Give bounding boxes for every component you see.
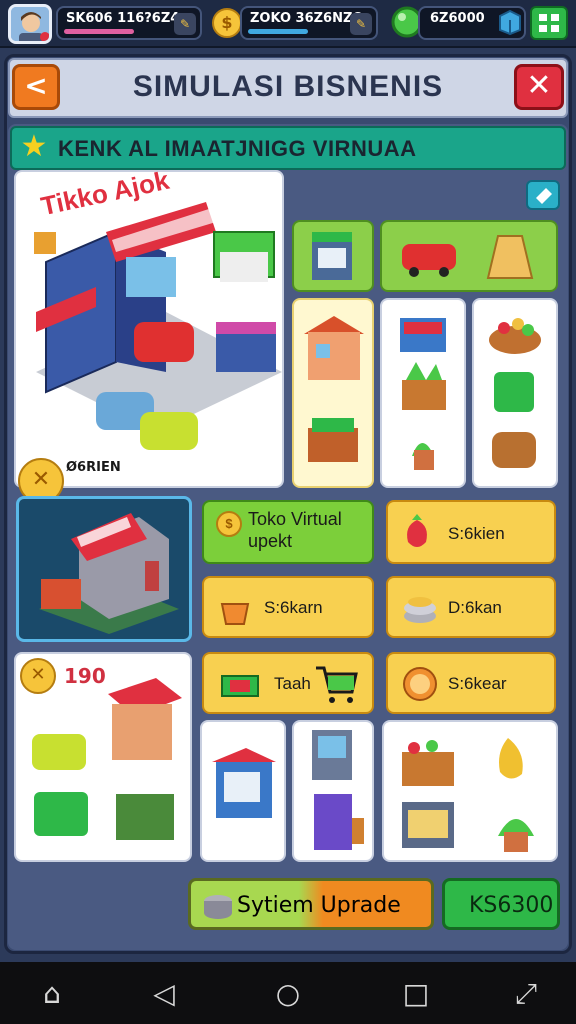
- gear-pot-icon: [204, 895, 232, 919]
- buildings-icon: [304, 316, 364, 462]
- item1-button[interactable]: S:6kien: [386, 500, 556, 564]
- orange-icon: [403, 667, 437, 701]
- food-card[interactable]: [472, 298, 558, 488]
- gems-value: 6Z6000: [430, 11, 485, 26]
- coin-icon: $: [212, 8, 242, 38]
- market-icon: [402, 738, 534, 852]
- recents-icon[interactable]: □: [396, 974, 436, 1014]
- star-icon: ★: [20, 129, 48, 164]
- price-button[interactable]: KS6300: [442, 878, 560, 930]
- selected-store-card[interactable]: [16, 496, 192, 642]
- kiosk-icon: [312, 232, 352, 280]
- produce-card[interactable]: [380, 298, 466, 488]
- eraser-icon[interactable]: [526, 180, 560, 210]
- back-button[interactable]: <: [12, 64, 60, 110]
- strawberry-icon: [407, 514, 427, 547]
- market-card[interactable]: [382, 720, 558, 862]
- item4-label: Taah: [274, 674, 311, 693]
- menu-grid-icon[interactable]: [530, 6, 568, 40]
- item4-button[interactable]: Taah: [202, 652, 374, 714]
- home-circle-icon[interactable]: ○: [268, 974, 308, 1014]
- food-icon: [489, 318, 541, 468]
- store-icon: [39, 513, 179, 634]
- toko-virtual-button[interactable]: $ Toko Virtual upekt: [202, 500, 374, 564]
- item5-button[interactable]: S:6kear: [386, 652, 556, 714]
- cash-icon: [221, 675, 259, 697]
- stall-card[interactable]: [200, 720, 286, 862]
- building-card[interactable]: [292, 298, 374, 488]
- page-title: SIMULASI BISNENIS: [132, 70, 444, 103]
- screen-rotate-icon[interactable]: ⤢: [506, 974, 546, 1014]
- system-upgrade-label: Sytiem Uprade: [237, 893, 401, 918]
- back-triangle-icon[interactable]: ◁: [144, 974, 184, 1014]
- add-coins-icon[interactable]: ✎: [350, 13, 372, 35]
- coins-stack-icon: [404, 597, 436, 623]
- item2-button[interactable]: S:6karn: [202, 576, 374, 638]
- level-value: 190: [64, 664, 106, 688]
- bag-icon: [220, 603, 250, 625]
- vehicle-goods-item[interactable]: [380, 220, 558, 292]
- system-upgrade-button[interactable]: Sytiem Uprade: [188, 878, 434, 930]
- atm-icon: [312, 730, 364, 850]
- toko-virtual-label: Toko Virtual upekt: [248, 509, 342, 551]
- badge-text: Ø6RIEN: [66, 460, 121, 475]
- item1-label: S:6kien: [448, 524, 505, 543]
- xp-bar: [64, 29, 134, 34]
- home-icon[interactable]: ⌂: [32, 974, 72, 1014]
- stall-icon: [212, 748, 276, 818]
- toko-coin-icon: $: [216, 511, 242, 537]
- edit-icon[interactable]: ✎: [174, 13, 196, 35]
- car-and-bag-icon: [402, 235, 534, 279]
- shopping-cart-icon: [316, 666, 358, 703]
- box-icon[interactable]: [496, 8, 524, 36]
- coins-bar: [248, 29, 308, 34]
- coins-value: ZOKO 36Z6NZO: [250, 11, 364, 26]
- section-subtitle: KENK AL IMAATJNIGG VIRNUAA: [58, 136, 417, 161]
- level-coin-icon: ✕: [20, 658, 56, 694]
- item2-label: S:6karn: [264, 598, 323, 617]
- item3-label: D:6kan: [448, 598, 502, 617]
- price-label: KS6300: [469, 893, 554, 918]
- produce-icon: [400, 318, 446, 470]
- item3-button[interactable]: D:6kan: [386, 576, 556, 638]
- item5-label: S:6kear: [448, 674, 507, 693]
- player-avatar[interactable]: [8, 4, 52, 44]
- avatar-icon: [11, 7, 49, 41]
- atm-card[interactable]: [292, 720, 374, 862]
- coins-pill: ZOKO 36Z6NZO ✎: [240, 6, 378, 40]
- player-name: SK606 116?6Z4: [66, 11, 180, 26]
- player-name-pill: SK606 116?6Z4 ✎: [56, 6, 202, 40]
- close-button[interactable]: ✕: [514, 64, 564, 110]
- kiosk-item[interactable]: [292, 220, 374, 292]
